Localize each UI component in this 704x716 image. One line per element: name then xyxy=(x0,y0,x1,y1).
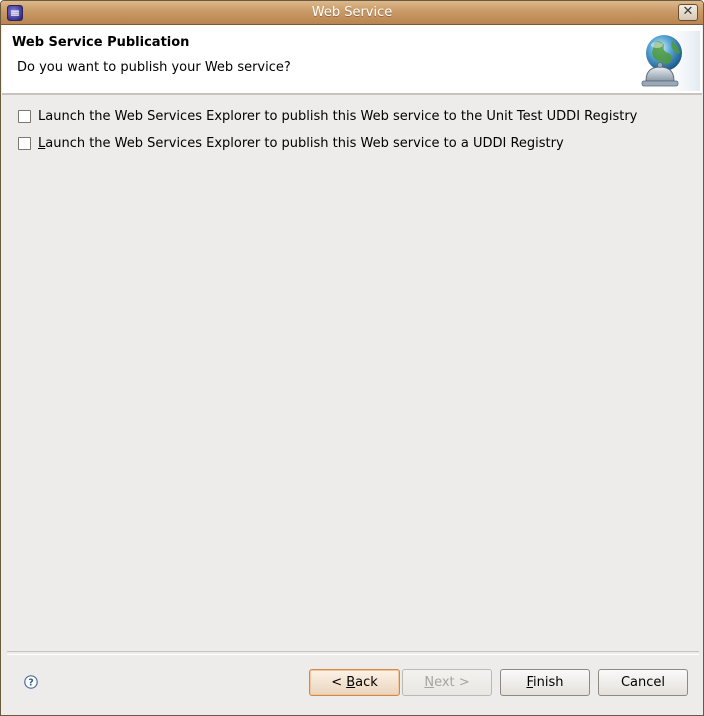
finish-label: inish xyxy=(533,675,564,690)
globe-bell-icon xyxy=(634,31,700,91)
close-button[interactable]: ✕ xyxy=(678,4,698,21)
next-label: ext > xyxy=(434,675,470,690)
help-glyph: ? xyxy=(28,678,34,689)
wizard-banner: Web Service Publication Do you want to p… xyxy=(2,25,702,93)
option-uddi-registry[interactable]: Launch the Web Services Explorer to publ… xyxy=(18,134,564,152)
next-mnemonic: N xyxy=(424,675,435,690)
footer-separator xyxy=(7,651,699,655)
back-mnemonic: B xyxy=(346,675,356,690)
help-icon[interactable]: ? xyxy=(24,675,38,689)
finish-button[interactable]: Finish xyxy=(500,669,590,696)
title-bar[interactable]: Web Service ✕ xyxy=(1,1,703,25)
back-button[interactable]: < Back xyxy=(309,669,400,696)
close-icon: ✕ xyxy=(682,4,694,19)
page-title: Web Service Publication xyxy=(12,35,190,50)
dialog-window: Web Service ✕ Web Service Publication Do… xyxy=(0,0,704,716)
option-label[interactable]: Launch the Web Services Explorer to publ… xyxy=(38,109,637,124)
next-button[interactable]: Next > xyxy=(402,669,492,696)
cancel-button[interactable]: Cancel xyxy=(598,669,688,696)
option-label-text: aunch the Web Services Explorer to publi… xyxy=(45,135,564,151)
option-label-text: Launch the Web Services Explorer to publ… xyxy=(38,108,638,124)
cancel-label: Cancel xyxy=(620,675,666,690)
option-unit-test-uddi[interactable]: Launch the Web Services Explorer to publ… xyxy=(18,107,637,125)
uddi-registry-checkbox[interactable] xyxy=(18,136,31,150)
unit-test-uddi-checkbox[interactable] xyxy=(18,109,31,123)
back-label: ack xyxy=(355,675,378,690)
back-prefix: < xyxy=(331,675,347,690)
banner-separator xyxy=(2,93,702,95)
window-title: Web Service xyxy=(311,5,393,20)
option-label[interactable]: Launch the Web Services Explorer to publ… xyxy=(38,136,564,151)
page-description: Do you want to publish your Web service? xyxy=(17,60,291,75)
